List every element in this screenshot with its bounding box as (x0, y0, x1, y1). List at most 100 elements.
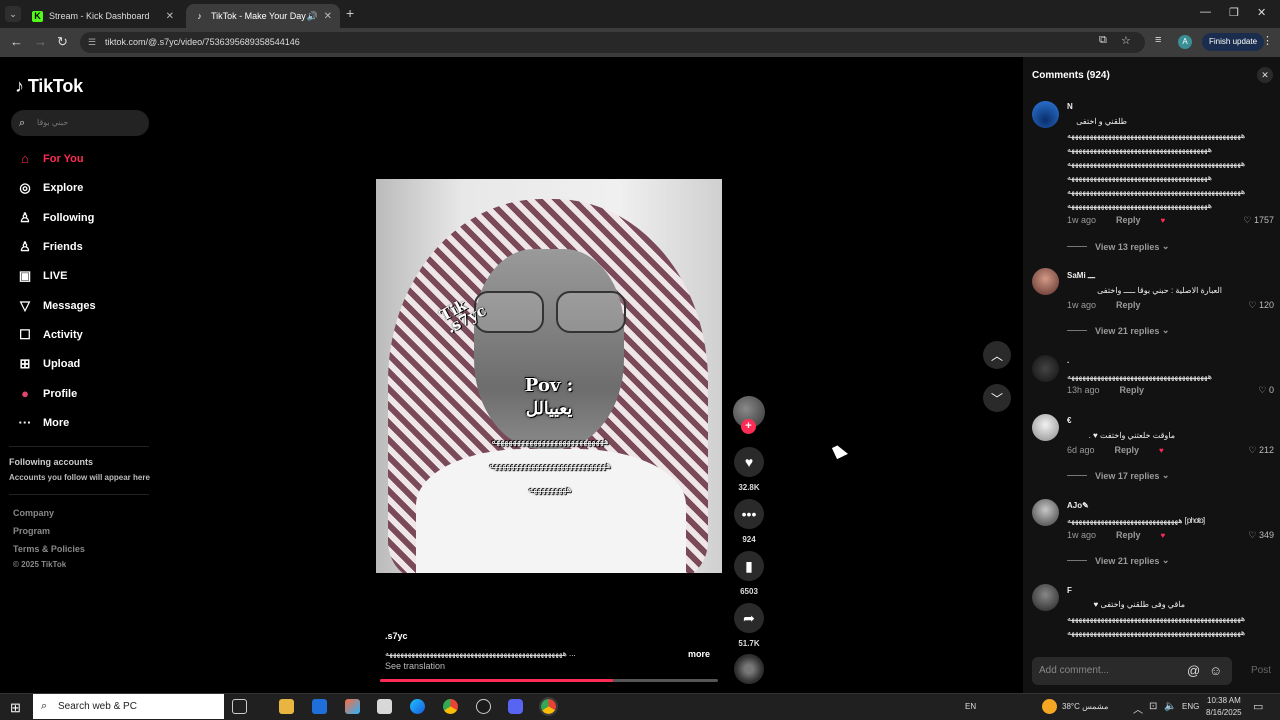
share-icon[interactable]: ➦ (734, 603, 764, 633)
profile-avatar[interactable]: A (1178, 35, 1192, 49)
site-info-icon[interactable]: ☰ (88, 32, 96, 53)
browser-tab-tiktok[interactable]: ♪ TikTok - Make Your Day 🔊 ✕ (186, 4, 340, 28)
clock-time[interactable]: 10:38 AM (1207, 696, 1241, 705)
language-short[interactable]: EN (965, 702, 976, 711)
maximize-button[interactable]: ❐ (1229, 6, 1239, 19)
bookmark-icon[interactable]: ▮ (734, 551, 764, 581)
save-action[interactable]: ▮ 6503 (733, 551, 765, 596)
comment-icon[interactable]: ••• (734, 499, 764, 529)
view-replies-button[interactable]: View 17 replies ⌄ (1067, 470, 1169, 481)
footer-link-company[interactable]: Company (13, 508, 54, 518)
comment-avatar[interactable] (1032, 355, 1059, 382)
new-tab-button[interactable]: + (346, 5, 354, 21)
chrome-active-icon[interactable] (539, 697, 558, 716)
outlook-icon[interactable] (312, 699, 327, 714)
comment-like[interactable]: ♡ 212 (1248, 445, 1274, 456)
weather-text[interactable]: 38°C مشمس (1062, 702, 1108, 711)
comment-author[interactable]: AJo✎ (1067, 501, 1089, 510)
back-button[interactable]: ← (10, 34, 23, 49)
nav-upload[interactable]: ⊞ Upload (16, 356, 81, 372)
close-tab-icon[interactable]: ✕ (324, 11, 332, 22)
chrome-icon[interactable] (443, 699, 458, 714)
comment-avatar[interactable] (1032, 584, 1059, 611)
reply-button[interactable]: Reply (1120, 385, 1145, 395)
comment-avatar[interactable] (1032, 499, 1059, 526)
comment-like[interactable]: ♡ 120 (1248, 300, 1274, 311)
discord-icon[interactable] (508, 699, 523, 714)
view-replies-button[interactable]: View 21 replies ⌄ (1067, 555, 1169, 566)
video-author[interactable]: .s7yc (385, 631, 408, 641)
nav-friends[interactable]: ♙ Friends (16, 239, 83, 255)
clock-date[interactable]: 8/16/2025 (1206, 708, 1242, 717)
close-comments-button[interactable]: ✕ (1257, 67, 1273, 83)
view-replies-button[interactable]: View 21 replies ⌄ (1067, 325, 1169, 336)
file-explorer-icon[interactable] (279, 699, 294, 714)
tray-chevron-icon[interactable]: ︿ (1133, 701, 1143, 716)
comment-author[interactable]: € (1067, 416, 1071, 425)
edge-icon[interactable] (410, 699, 425, 714)
comment-author[interactable]: N (1067, 102, 1073, 111)
comment-author[interactable]: . (1067, 356, 1069, 365)
comment-avatar[interactable] (1032, 414, 1059, 441)
music-disc-icon[interactable] (734, 654, 764, 684)
obs-icon[interactable] (476, 699, 491, 714)
install-app-icon[interactable]: ⧉ (1099, 34, 1107, 47)
browser-menu-icon[interactable]: ⋮ (1262, 34, 1273, 47)
nav-following[interactable]: ♙ Following (16, 210, 94, 226)
video-player[interactable]: Tik .s7yc Pov : يعييالل ههههههههههههههههه… (376, 179, 722, 573)
next-video-button[interactable]: ﹀ (983, 384, 1011, 412)
copilot-icon[interactable] (345, 699, 360, 714)
forward-button[interactable]: → (34, 34, 47, 49)
nav-explore[interactable]: ◎ Explore (16, 180, 83, 196)
video-progress-bar[interactable] (380, 679, 718, 682)
speaker-icon[interactable]: 🔊 (307, 11, 318, 22)
language-indicator[interactable]: ENG (1182, 702, 1199, 711)
comment-action[interactable]: ••• 924 (733, 499, 765, 544)
comment-author[interactable]: SaMi ـــ (1067, 271, 1095, 280)
taskbar-search-input[interactable]: ⌕ Search web & PC (33, 694, 224, 719)
footer-link-terms[interactable]: Terms & Policies (13, 544, 85, 554)
comment-avatar[interactable] (1032, 268, 1059, 295)
volume-icon[interactable]: 🔈 (1164, 701, 1176, 712)
reply-button[interactable]: Reply (1116, 530, 1141, 540)
comment-author[interactable]: F (1067, 586, 1072, 595)
nav-activity[interactable]: ☐ Activity (16, 327, 83, 343)
store-icon[interactable] (377, 699, 392, 714)
tab-search-button[interactable]: ⌄ (5, 6, 21, 22)
nav-more[interactable]: ··· More (16, 415, 70, 430)
previous-video-button[interactable]: ︿ (983, 341, 1011, 369)
heart-icon[interactable]: ♥ (734, 447, 764, 477)
nav-for-you[interactable]: ⌂ For You (16, 151, 83, 166)
share-action[interactable]: ➦ 51.7K (733, 603, 765, 648)
mention-icon[interactable]: @ (1187, 657, 1200, 685)
nav-messages[interactable]: ▽ Messages (16, 298, 96, 314)
see-translation-link[interactable]: See translation (385, 661, 445, 671)
add-comment-input[interactable]: Add comment... @ ☺ (1032, 657, 1232, 685)
comment-avatar[interactable] (1032, 101, 1059, 128)
nav-live[interactable]: ▣ LIVE (16, 268, 68, 284)
like-action[interactable]: ♥ 32.8K (733, 447, 765, 492)
view-replies-button[interactable]: View 13 replies ⌄ (1067, 241, 1169, 252)
post-button[interactable]: Post (1251, 665, 1271, 676)
tiktok-logo[interactable]: ♪ TikTok (15, 76, 83, 97)
windows-start-icon[interactable]: ⊞ (10, 700, 21, 716)
follow-plus-button[interactable]: + (741, 419, 756, 434)
reply-button[interactable]: Reply (1116, 215, 1141, 225)
nav-profile[interactable]: ● Profile (16, 386, 77, 401)
emoji-icon[interactable]: ☺ (1209, 657, 1222, 685)
reply-button[interactable]: Reply (1115, 445, 1140, 455)
more-link[interactable]: more (688, 649, 710, 659)
search-input[interactable]: ⌕ حبني بوقا (11, 110, 149, 136)
reload-button[interactable]: ↻ (57, 34, 68, 50)
task-view-icon[interactable] (232, 699, 247, 714)
footer-link-program[interactable]: Program (13, 526, 50, 536)
browser-tab-kick[interactable]: K Stream - Kick Dashboard ✕ (24, 4, 182, 28)
bookmark-star-icon[interactable]: ☆ (1121, 34, 1131, 47)
weather-icon[interactable] (1042, 699, 1057, 714)
close-tab-icon[interactable]: ✕ (166, 11, 174, 22)
url-bar[interactable]: ☰ tiktok.com/@.s7yc/video/75363956893585… (80, 32, 1145, 53)
minimize-button[interactable]: — (1200, 6, 1211, 18)
notifications-icon[interactable]: ▭ (1253, 700, 1263, 713)
reply-button[interactable]: Reply (1116, 300, 1141, 310)
reading-list-icon[interactable]: ≡ (1155, 34, 1161, 46)
